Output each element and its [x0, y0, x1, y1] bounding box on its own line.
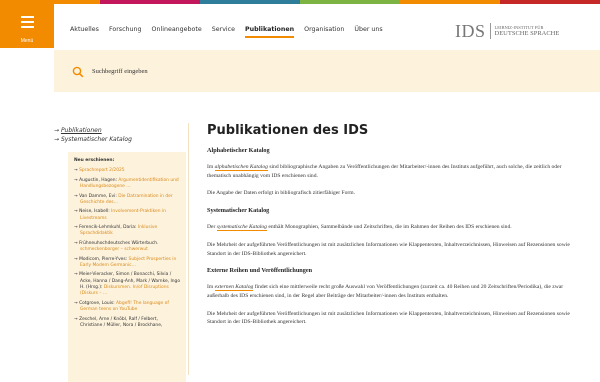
publication-link[interactable]: Sprachreport 2/2025	[79, 168, 125, 173]
nav-item-onlineangebote[interactable]: Onlineangebote	[152, 26, 202, 38]
publication-author: Modicom, Pierre-Yves:	[79, 256, 129, 262]
nav-item-aktuelles[interactable]: Aktuelles	[70, 26, 99, 38]
publication-author: Zeschel, Arne / Knöbl, Ralf / Felbert, C…	[79, 316, 163, 328]
text: Im	[207, 284, 215, 291]
publication-author: Ferencik-Lehmkuhl, Daria:	[79, 225, 138, 231]
new-publication-item[interactable]: → Modicom, Pierre-Yves: Subject Prosper­…	[74, 257, 180, 270]
text: Der	[207, 224, 217, 231]
text: findet sich eine mittlerweile recht groß…	[207, 284, 564, 299]
new-publication-item[interactable]: → Frühneuhochdeutsches Wörterbuch. schme…	[74, 241, 180, 254]
sidebox-heading: Neu erschienen:	[74, 158, 115, 163]
systematic-catalog-link[interactable]: systematische Katalog	[216, 224, 267, 232]
nav-item-service[interactable]: Service	[212, 26, 235, 38]
new-publication-item[interactable]: → Ferencik-Lehmkuhl, Daria: Inklusive Sp…	[74, 225, 180, 238]
color-strip-segment	[200, 0, 300, 4]
paragraph: Im externen Katalog findet sich eine mit…	[207, 283, 582, 300]
page-title: Publikationen des IDS	[207, 123, 369, 138]
logo-line2: DEUTSCHE SPRACHE	[494, 30, 560, 37]
column-divider	[188, 123, 189, 375]
new-publication-item[interactable]: → Zeschel, Arne / Knöbl, Ralf / Felbert,…	[74, 317, 180, 330]
publication-author: Frühneuhochdeutsches Wörterbuch.	[79, 240, 159, 246]
leftnav-item-publikationen[interactable]: → Publikationen	[54, 126, 132, 135]
publication-author: Neise, Isabell:	[79, 209, 112, 215]
nav-item-publikationen[interactable]: Publikationen	[245, 26, 294, 38]
leftnav-link[interactable]: Publikationen	[61, 127, 102, 134]
hamburger-icon	[21, 16, 34, 31]
section-heading: Systematischer Katalog	[207, 207, 270, 215]
logo-text: LEIBNIZ-INSTITUT FÜR DEUTSCHE SPRACHE	[495, 25, 560, 37]
section-heading: Externe Reihen und Veröffentlichungen	[207, 267, 313, 275]
new-publications-box: Neu erschienen: → Sprachreport 2/2025 → A…	[68, 152, 186, 382]
search-bar: Suchbegriff eingeben	[54, 50, 600, 92]
new-publication-item[interactable]: → Sprachreport 2/2025	[74, 168, 180, 174]
publication-author: Augustin, Hagen:	[79, 177, 119, 183]
new-publication-item[interactable]: → Meier-Vieracker, Simon / Bonacchi, Sil…	[74, 272, 180, 297]
publication-author: Cotgrove, Louis:	[79, 300, 117, 306]
nav-item-über-uns[interactable]: Über uns	[354, 26, 382, 38]
paragraph: Die Mehrheit der aufgeführten Veröffentl…	[207, 241, 570, 257]
arrow-right-icon: →	[54, 127, 61, 134]
color-strip-segment	[300, 0, 400, 4]
paragraph: Im alphabetischen Katalog sind bibliogra…	[207, 163, 582, 180]
paragraph: Die Angabe der Daten erfolgt in bibliogr…	[207, 190, 356, 197]
ids-logo[interactable]: IDS LEIBNIZ-INSTITUT FÜR DEUTSCHE SPRACH…	[455, 22, 559, 40]
paragraph: Die Mehrheit der aufgeführten Veröffentl…	[207, 310, 570, 326]
external-catalog-link[interactable]: externen Katalog	[214, 284, 254, 292]
search-input[interactable]: Suchbegriff eingeben	[92, 68, 148, 75]
main-nav: Aktuelles Forschung Onlineangebote Service P…	[70, 26, 383, 38]
section-heading: Alphabetischer Katalog	[207, 147, 270, 154]
new-publication-item[interactable]: → Neise, Isabell: Involvement-Praktiken …	[74, 209, 180, 222]
menu-label: Menü	[20, 38, 34, 44]
publication-author: Van Damme, Evi:	[79, 193, 119, 199]
text: enthält Monographien, Sammelbände und Ze…	[266, 224, 512, 231]
alphabetical-catalog-link[interactable]: alphabetischen Katalog	[214, 164, 268, 171]
logo-divider	[489, 23, 491, 39]
logo-abbr: IDS	[455, 21, 486, 41]
arrow-right-icon: →	[54, 136, 61, 143]
search-icon[interactable]	[72, 65, 84, 83]
color-strip-segment	[500, 0, 600, 4]
new-publication-item[interactable]: → Cotgrove, Louis: Abgefl! The language …	[74, 301, 180, 314]
top-color-strip	[0, 0, 600, 4]
color-strip-segment	[100, 0, 200, 4]
new-publication-item[interactable]: → Augustin, Hagen: Argumentidentifikatio…	[74, 178, 180, 191]
leftnav-item-systematischer-katalog[interactable]: → Systematischer Katalog	[54, 135, 132, 144]
paragraph: Der systematische Katalog enthält Monogr…	[207, 223, 582, 232]
color-strip-segment	[400, 0, 500, 4]
menu-button[interactable]: Menü	[0, 4, 54, 48]
nav-item-forschung[interactable]: Forschung	[109, 26, 142, 38]
new-publication-item[interactable]: → Van Damme, Evi: Die Datramination in d…	[74, 194, 180, 207]
publication-link[interactable]: schmecken­borger – schwerwut	[80, 247, 148, 252]
nav-item-organisation[interactable]: Organisation	[304, 26, 344, 38]
breadcrumb-nav: → Publikationen → Systematischer Katalog	[54, 126, 132, 144]
text: Im	[207, 164, 215, 170]
leftnav-current[interactable]: Systematischer Katalog	[61, 136, 132, 143]
main-content: Publikationen des IDS Alphabetischer Kat…	[207, 123, 582, 327]
